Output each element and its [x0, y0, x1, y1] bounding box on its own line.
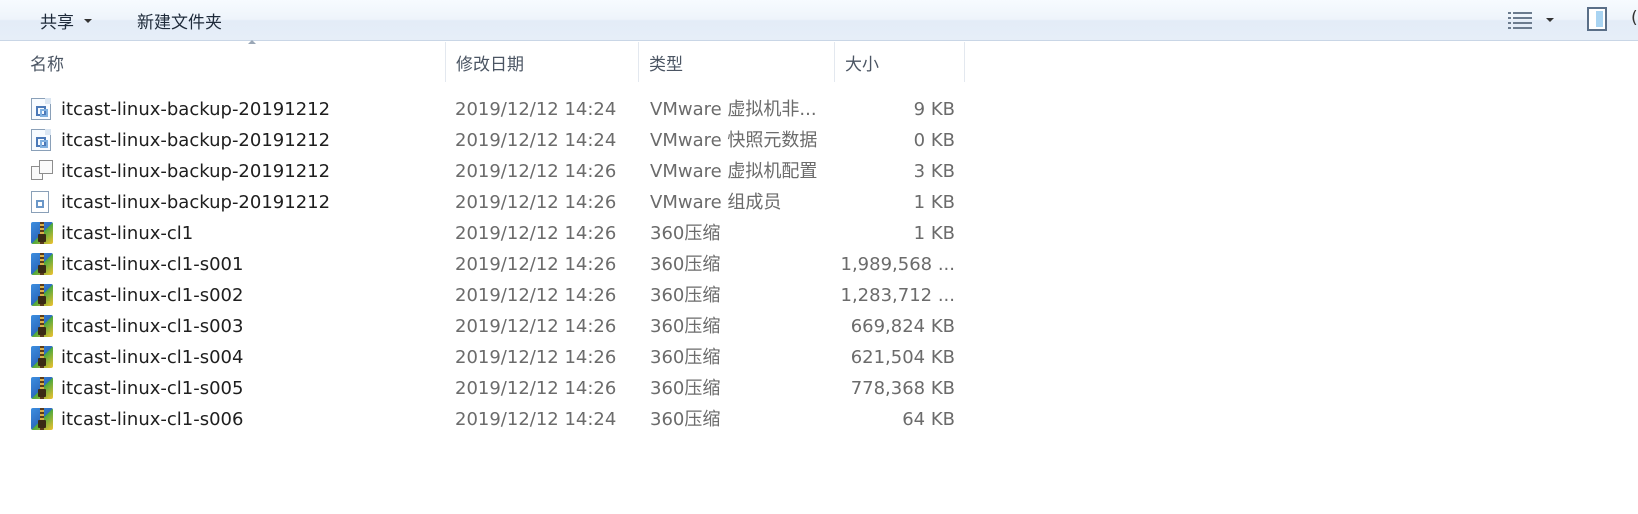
file-row[interactable]: itcast-linux-backup-20191212 2019/12/12 … [0, 156, 1638, 187]
command-bar: 共享 新建文件夹 ( [0, 0, 1638, 41]
zip-archive-icon [31, 253, 53, 275]
file-size: 1,283,712 ... [840, 285, 956, 306]
column-header-type[interactable]: 类型 [639, 42, 835, 82]
column-header-size[interactable]: 大小 [835, 42, 965, 82]
file-name: itcast-linux-backup-20191212 [61, 99, 331, 120]
file-type: 360压缩 [650, 378, 721, 399]
share-button[interactable]: 共享 [40, 0, 92, 40]
sort-ascending-icon [248, 40, 256, 44]
file-size: 9 KB [913, 99, 955, 120]
file-size: 64 KB [902, 409, 955, 430]
file-name: itcast-linux-cl1-s003 [61, 316, 244, 337]
file-date: 2019/12/12 14:24 [455, 409, 617, 430]
chevron-down-icon [84, 19, 92, 23]
zip-archive-icon [31, 284, 53, 306]
column-header-date-label: 修改日期 [456, 54, 524, 75]
column-header-date[interactable]: 修改日期 [446, 42, 639, 82]
explorer-window: 共享 新建文件夹 ( 名称 修改日期 类型 大小 itcast-linux-ba… [0, 0, 1638, 514]
file-size: 1,989,568 ... [840, 254, 956, 275]
new-folder-button[interactable]: 新建文件夹 [137, 0, 222, 40]
file-size: 621,504 KB [850, 347, 955, 368]
file-row[interactable]: itcast-linux-backup-20191212 2019/12/12 … [0, 187, 1638, 218]
zip-archive-icon [31, 346, 53, 368]
file-type: 360压缩 [650, 285, 721, 306]
file-size: 3 KB [913, 161, 955, 182]
file-name: itcast-linux-backup-20191212 [61, 192, 331, 213]
file-type: VMware 虚拟机非... [650, 99, 817, 120]
file-list: itcast-linux-backup-20191212 2019/12/12 … [0, 94, 1638, 435]
file-type: VMware 组成员 [650, 192, 782, 213]
file-date: 2019/12/12 14:26 [455, 223, 617, 244]
file-name: itcast-linux-cl1 [61, 223, 194, 244]
file-size: 1 KB [913, 223, 955, 244]
zip-archive-icon [31, 315, 53, 337]
file-row[interactable]: itcast-linux-cl1-s004 2019/12/12 14:26 3… [0, 342, 1638, 373]
file-row[interactable]: itcast-linux-cl1-s003 2019/12/12 14:26 3… [0, 311, 1638, 342]
vmware-team-icon [31, 191, 53, 213]
file-date: 2019/12/12 14:26 [455, 316, 617, 337]
file-size: 1 KB [913, 192, 955, 213]
new-folder-label: 新建文件夹 [137, 12, 222, 33]
change-view-button[interactable] [1508, 8, 1558, 32]
file-name: itcast-linux-cl1-s004 [61, 347, 244, 368]
file-size: 778,368 KB [850, 378, 955, 399]
file-type: VMware 快照元数据 [650, 130, 818, 151]
cutoff-control[interactable]: ( [1631, 8, 1638, 28]
file-name: itcast-linux-backup-20191212 [61, 130, 331, 151]
file-type: 360压缩 [650, 254, 721, 275]
file-name: itcast-linux-cl1-s001 [61, 254, 244, 275]
file-type: 360压缩 [650, 223, 721, 244]
vmware-vm-icon [31, 129, 53, 151]
column-header-name-label: 名称 [30, 54, 64, 75]
file-type: 360压缩 [650, 316, 721, 337]
file-date: 2019/12/12 14:26 [455, 378, 617, 399]
file-date: 2019/12/12 14:26 [455, 192, 617, 213]
file-row[interactable]: itcast-linux-cl1-s001 2019/12/12 14:26 3… [0, 249, 1638, 280]
file-date: 2019/12/12 14:26 [455, 285, 617, 306]
column-header-name[interactable]: 名称 [20, 40, 446, 82]
vmware-vm-icon [31, 98, 53, 120]
file-type: VMware 虚拟机配置 [650, 161, 818, 182]
file-row[interactable]: itcast-linux-cl1-s005 2019/12/12 14:26 3… [0, 373, 1638, 404]
details-view-icon [1508, 11, 1532, 29]
zip-archive-icon [31, 377, 53, 399]
share-label: 共享 [40, 12, 74, 33]
file-row[interactable]: itcast-linux-backup-20191212 2019/12/12 … [0, 125, 1638, 156]
file-date: 2019/12/12 14:26 [455, 347, 617, 368]
chevron-down-icon [1546, 18, 1554, 22]
file-row[interactable]: itcast-linux-cl1 2019/12/12 14:26 360压缩 … [0, 218, 1638, 249]
file-row[interactable]: itcast-linux-cl1-s002 2019/12/12 14:26 3… [0, 280, 1638, 311]
column-header-size-label: 大小 [845, 54, 879, 75]
file-date: 2019/12/12 14:24 [455, 130, 617, 151]
file-row[interactable]: itcast-linux-cl1-s006 2019/12/12 14:24 3… [0, 404, 1638, 435]
file-type: 360压缩 [650, 347, 721, 368]
preview-pane-icon[interactable] [1587, 7, 1607, 31]
file-date: 2019/12/12 14:26 [455, 161, 617, 182]
file-date: 2019/12/12 14:24 [455, 99, 617, 120]
vmware-config-icon [31, 160, 53, 182]
file-size: 0 KB [913, 130, 955, 151]
file-size: 669,824 KB [850, 316, 955, 337]
file-type: 360压缩 [650, 409, 721, 430]
column-headers: 名称 修改日期 类型 大小 [0, 40, 1638, 82]
file-name: itcast-linux-backup-20191212 [61, 161, 331, 182]
column-header-type-label: 类型 [649, 54, 683, 75]
file-name: itcast-linux-cl1-s006 [61, 409, 244, 430]
file-name: itcast-linux-cl1-s005 [61, 378, 244, 399]
file-date: 2019/12/12 14:26 [455, 254, 617, 275]
zip-archive-icon [31, 408, 53, 430]
file-name: itcast-linux-cl1-s002 [61, 285, 244, 306]
file-row[interactable]: itcast-linux-backup-20191212 2019/12/12 … [0, 94, 1638, 125]
zip-archive-icon [31, 222, 53, 244]
